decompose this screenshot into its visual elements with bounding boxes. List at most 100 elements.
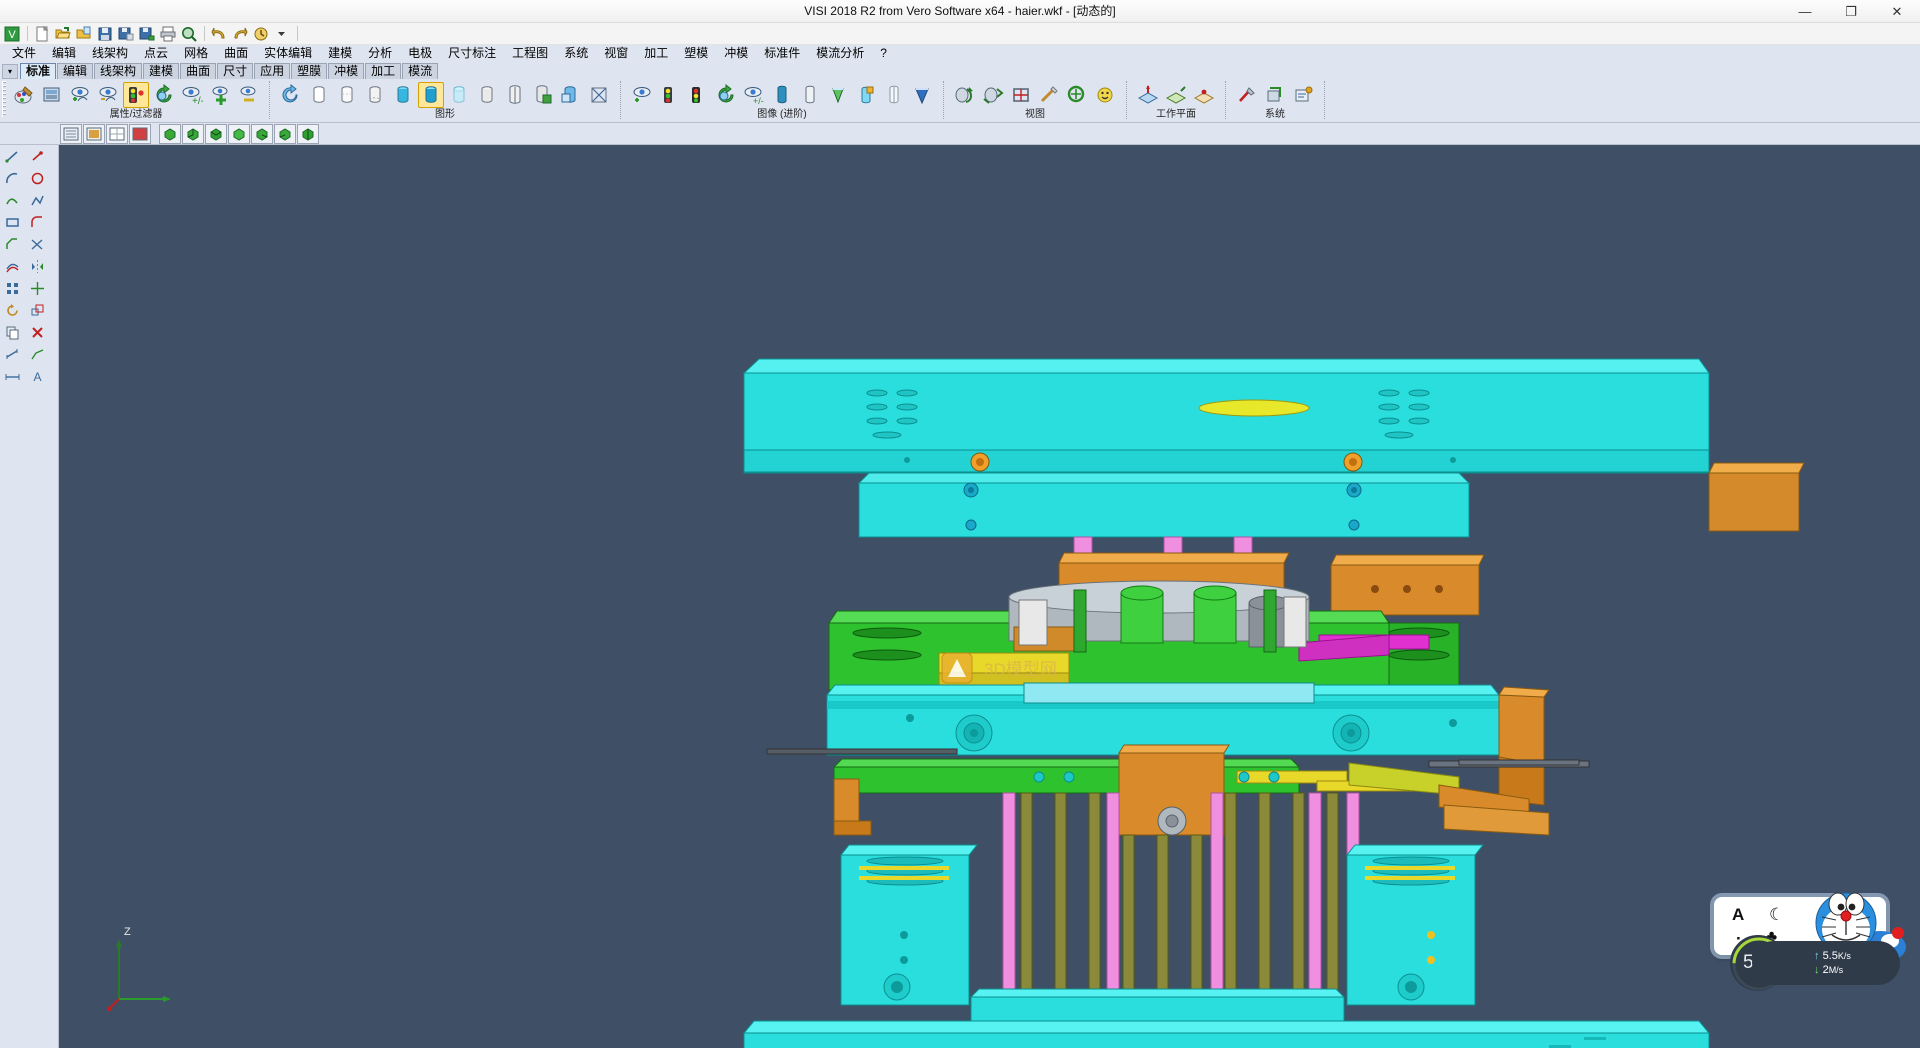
window-close-button[interactable]: ✕ [1874, 0, 1920, 23]
polyline-tool-icon[interactable] [25, 189, 50, 211]
cylinder-outline-icon[interactable] [334, 82, 360, 108]
open-file-icon[interactable] [53, 24, 73, 44]
chamfer-tool-icon[interactable] [0, 233, 25, 255]
circle-tool-icon[interactable] [25, 167, 50, 189]
tab-modeling[interactable]: 建模 [143, 63, 179, 79]
menu-item-14[interactable]: 加工 [636, 45, 676, 62]
sys-config-icon[interactable] [1262, 82, 1288, 108]
menu-item-18[interactable]: 模流分析 [808, 45, 872, 62]
iso-view-7-icon[interactable] [297, 124, 319, 144]
shade-cyan-icon[interactable] [853, 82, 879, 108]
add-entity-icon[interactable] [207, 82, 233, 108]
offset-tool-icon[interactable] [0, 255, 25, 277]
hide-entity-icon[interactable] [95, 82, 121, 108]
iso-view-2-icon[interactable] [182, 124, 204, 144]
customize-dropdown-icon[interactable] [272, 24, 292, 44]
advanced-traffic-icon[interactable] [657, 82, 683, 108]
menu-item-3[interactable]: 点云 [136, 45, 176, 62]
text-tool-icon[interactable]: A [25, 365, 50, 387]
shade-solid-icon[interactable] [769, 82, 795, 108]
wp-align-icon[interactable] [1163, 82, 1189, 108]
iso-view-3-icon[interactable] [205, 124, 227, 144]
cylinder-solid-icon[interactable] [390, 82, 416, 108]
menu-item-13[interactable]: 视窗 [596, 45, 636, 62]
menu-item-11[interactable]: 工程图 [504, 45, 556, 62]
menu-item-1[interactable]: 编辑 [44, 45, 84, 62]
cylinder-slice-icon[interactable] [502, 82, 528, 108]
cylinder-hidden-icon[interactable] [362, 82, 388, 108]
view-color-icon[interactable] [129, 124, 151, 144]
advanced-traffic2-icon[interactable] [685, 82, 711, 108]
traffic-light-filter-icon[interactable] [123, 82, 149, 108]
cylinder-transparent-icon[interactable] [446, 82, 472, 108]
menu-item-0[interactable]: 文件 [4, 45, 44, 62]
regenerate-icon[interactable] [278, 82, 304, 108]
view-list-icon[interactable] [60, 124, 82, 144]
tab-wireframe[interactable]: 线架构 [94, 63, 142, 79]
refresh-view-icon[interactable] [151, 82, 177, 108]
menu-item-15[interactable]: 塑模 [676, 45, 716, 62]
fit-view-icon[interactable] [1008, 82, 1034, 108]
window-minimize-button[interactable]: — [1782, 0, 1828, 23]
wp-origin-icon[interactable] [1191, 82, 1217, 108]
delete-tool-icon[interactable] [25, 321, 50, 343]
rotate-tool-icon[interactable] [0, 299, 25, 321]
iso-view-5-icon[interactable] [251, 124, 273, 144]
menu-item-help[interactable]: ? [872, 45, 895, 62]
window-maximize-button[interactable]: ❐ [1828, 0, 1874, 23]
scale-tool-icon[interactable] [25, 299, 50, 321]
measure-icon[interactable] [1036, 82, 1062, 108]
line-tool-icon[interactable] [0, 145, 25, 167]
advanced-toggle-icon[interactable]: +/- [741, 82, 767, 108]
menu-item-2[interactable]: 线架构 [84, 45, 136, 62]
copy-tool-icon[interactable] [0, 321, 25, 343]
mirror-tool-icon[interactable] [25, 255, 50, 277]
tab-plastic-mold[interactable]: 塑膜 [291, 63, 327, 79]
dynamic-pan-icon[interactable] [980, 82, 1006, 108]
save-as-icon[interactable] [116, 24, 136, 44]
menu-item-9[interactable]: 电极 [400, 45, 440, 62]
remove-entity-icon[interactable] [235, 82, 261, 108]
tab-surface[interactable]: 曲面 [180, 63, 216, 79]
iso-view-4-icon[interactable] [228, 124, 250, 144]
toolbar-grip[interactable] [2, 81, 6, 117]
undo-icon[interactable] [209, 24, 229, 44]
dynamic-rotate-icon[interactable] [952, 82, 978, 108]
iso-view-1-icon[interactable] [159, 124, 181, 144]
array-tool-icon[interactable] [0, 277, 25, 299]
menu-item-10[interactable]: 尺寸标注 [440, 45, 504, 62]
tab-moldflow[interactable]: 模流 [402, 63, 438, 79]
menu-item-12[interactable]: 系统 [556, 45, 596, 62]
menu-item-5[interactable]: 曲面 [216, 45, 256, 62]
view-shade-icon[interactable] [83, 124, 105, 144]
cylinder-crosshatch-icon[interactable] [586, 82, 612, 108]
desktop-float-widget[interactable]: A ☾ · ♣ [1706, 883, 1906, 993]
color-palette-icon[interactable] [11, 82, 37, 108]
tab-press-mold[interactable]: 冲模 [328, 63, 364, 79]
dim-tool-icon[interactable] [0, 365, 25, 387]
measure-tool-icon[interactable] [0, 343, 25, 365]
tab-dimension[interactable]: 尺寸 [217, 63, 253, 79]
tab-edit[interactable]: 编辑 [57, 63, 93, 79]
arc-tool-icon[interactable] [0, 167, 25, 189]
redo-icon[interactable] [230, 24, 250, 44]
annotate-tool-icon[interactable] [25, 343, 50, 365]
tab-application[interactable]: 应用 [254, 63, 290, 79]
show-entity-icon[interactable] [67, 82, 93, 108]
new-file-icon[interactable] [32, 24, 52, 44]
menu-item-6[interactable]: 实体编辑 [256, 45, 320, 62]
cylinder-render-icon[interactable] [530, 82, 556, 108]
save-icon[interactable] [95, 24, 115, 44]
toggle-visibility-icon[interactable]: +/- [179, 82, 205, 108]
menu-item-8[interactable]: 分析 [360, 45, 400, 62]
shade-ghost-icon[interactable] [881, 82, 907, 108]
cylinder-wire-icon[interactable] [306, 82, 332, 108]
print-preview-icon[interactable] [179, 24, 199, 44]
advanced-show-icon[interactable] [629, 82, 655, 108]
tabstrip-dropdown-icon[interactable]: ▾ [2, 64, 18, 79]
print-icon[interactable] [158, 24, 178, 44]
history-icon[interactable] [251, 24, 271, 44]
shade-blue-icon[interactable] [909, 82, 935, 108]
sys-settings-icon[interactable] [1234, 82, 1260, 108]
cylinder-shaded-icon[interactable] [418, 82, 444, 108]
